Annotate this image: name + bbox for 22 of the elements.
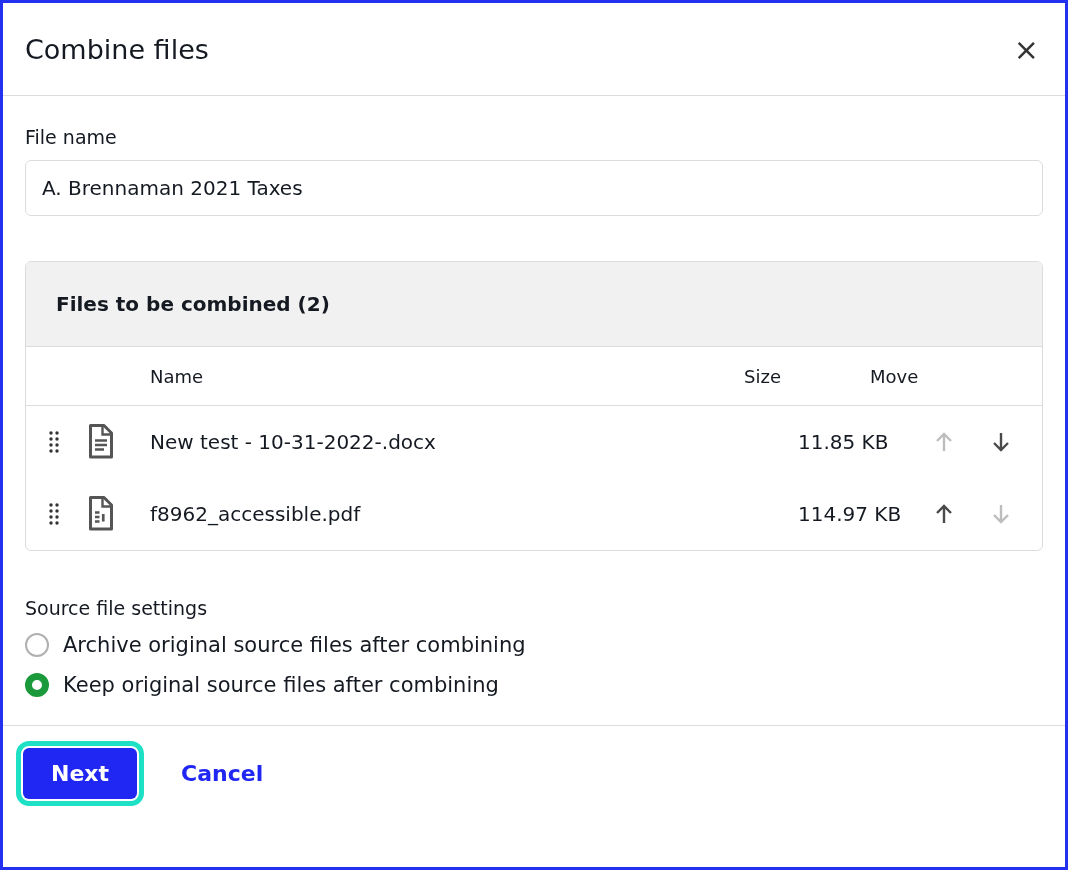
close-button[interactable]: × <box>1009 31 1043 67</box>
field-label: File name <box>25 126 118 148</box>
file-name-cell-text: New test - 10-31-2022-.docx <box>150 430 437 454</box>
file-size-cell-text: 11.85 KB <box>797 430 890 454</box>
section-label: Source file settings <box>25 597 209 619</box>
radio-button[interactable] <box>25 633 49 657</box>
document-icon <box>86 423 116 461</box>
dialog-title: Combine files <box>25 33 209 65</box>
document-icon <box>86 495 116 533</box>
column-header: Size <box>744 365 782 387</box>
file-size-cell-text: 114.97 KB <box>797 502 903 526</box>
cancel-link[interactable]: Cancel <box>181 761 264 786</box>
radio-label: Keep original source files after combining <box>63 673 499 697</box>
radio-label: Archive original source files after combining <box>63 633 526 657</box>
drag-handle-icon[interactable] <box>48 430 60 454</box>
radio-button[interactable] <box>25 673 49 697</box>
column-header: Move <box>870 365 920 387</box>
file-name-field[interactable]: A. Brennaman 2021 Taxes <box>25 160 1043 216</box>
file-name-cell-text: f8962_accessible.pdf <box>150 502 362 526</box>
panel-title: Files to be combined (2) <box>26 262 1042 347</box>
drag-handle-icon[interactable] <box>48 502 60 526</box>
column-header: Name <box>150 365 205 387</box>
